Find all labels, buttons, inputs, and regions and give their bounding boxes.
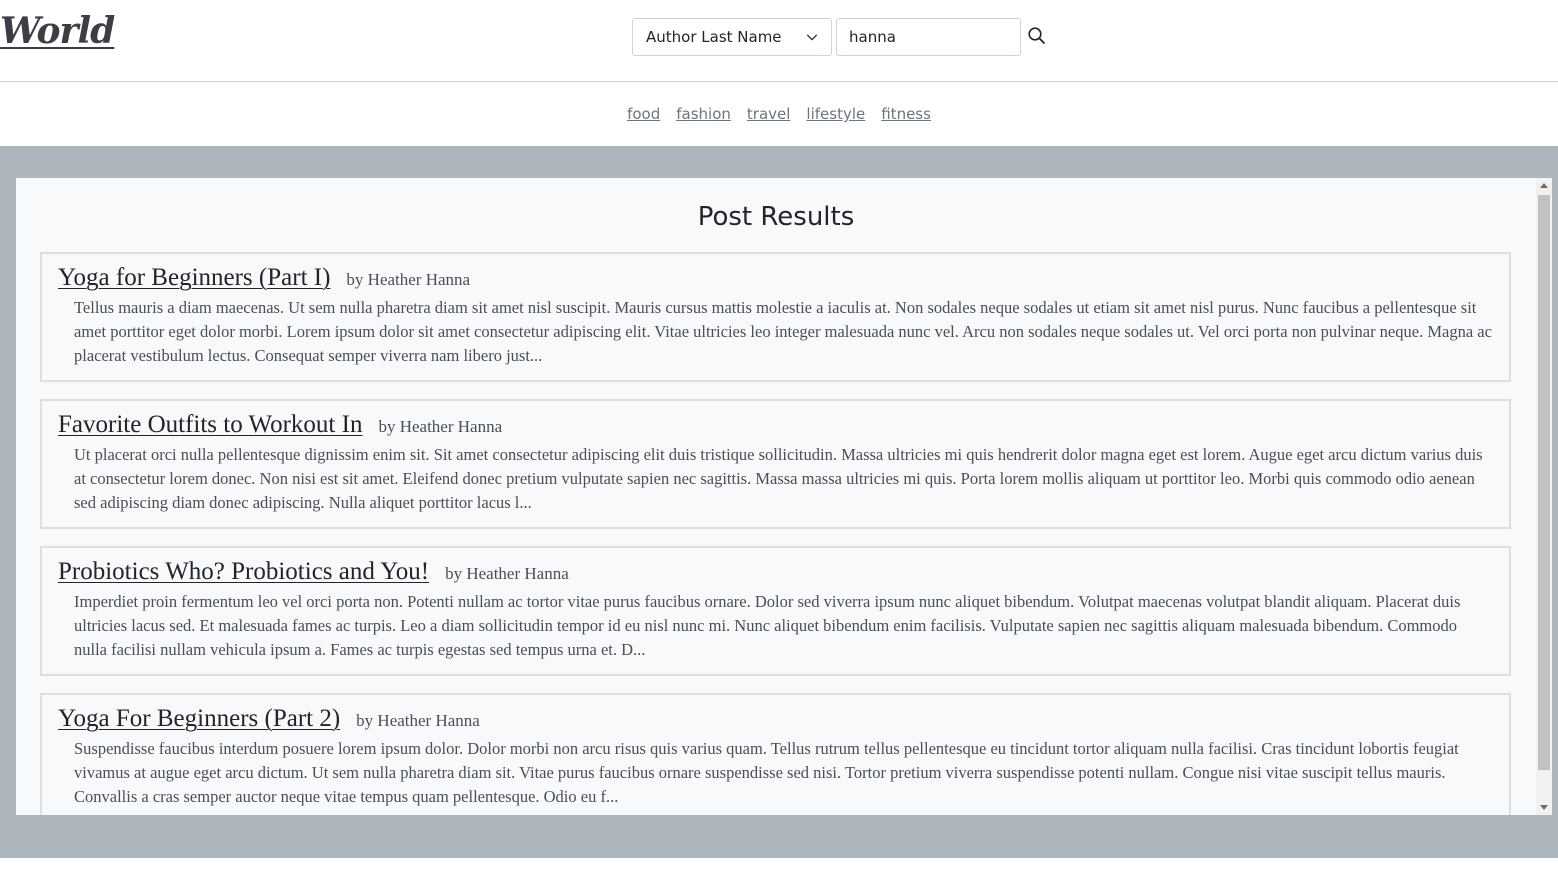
post-author: by Heather Hanna (346, 270, 471, 289)
post-title-link[interactable]: Yoga For Beginners (Part 2) (58, 705, 340, 733)
post-card: Probiotics Who? Probiotics and You! by H… (40, 546, 1511, 676)
category-link-fashion[interactable]: fashion (676, 105, 731, 123)
post-card: Yoga for Beginners (Part I) by Heather H… (40, 252, 1511, 382)
search-field-selected-label: Author Last Name (646, 28, 782, 46)
post-header: Probiotics Who? Probiotics and You! by H… (58, 558, 1493, 586)
scrollbar-thumb[interactable] (1538, 195, 1550, 770)
search-button[interactable] (1026, 26, 1048, 48)
post-excerpt: Suspendisse faucibus interdum posuere lo… (74, 739, 1459, 806)
category-link-fitness[interactable]: fitness (881, 105, 931, 123)
category-link-travel[interactable]: travel (747, 105, 791, 123)
scroll-up-arrow-icon[interactable] (1540, 183, 1548, 188)
post-excerpt: Imperdiet proin fermentum leo vel orci p… (74, 592, 1461, 659)
search-icon (1028, 27, 1045, 44)
post-author: by Heather Hanna (378, 417, 503, 436)
chevron-down-icon (806, 34, 818, 41)
results-panel: Post Results Yoga for Beginners (Part I)… (16, 178, 1552, 815)
post-title-link[interactable]: Probiotics Who? Probiotics and You! (58, 558, 429, 586)
post-title-link[interactable]: Favorite Outfits to Workout In (58, 411, 362, 439)
search-input[interactable] (836, 18, 1021, 56)
post-author: by Heather Hanna (445, 564, 569, 583)
category-link-lifestyle[interactable]: lifestyle (806, 105, 865, 123)
post-title-link[interactable]: Yoga for Beginners (Part I) (58, 264, 330, 292)
site-header: World Author Last Name (0, 0, 1558, 82)
post-header: Yoga For Beginners (Part 2) by Heather H… (58, 705, 1493, 733)
post-card: Yoga For Beginners (Part 2) by Heather H… (40, 693, 1511, 815)
results-scrollbar[interactable] (1536, 178, 1552, 815)
site-logo[interactable]: World (0, 10, 115, 52)
post-excerpt: Tellus mauris a diam maecenas. Ut sem nu… (74, 298, 1492, 365)
post-excerpt: Ut placerat orci nulla pellentesque dign… (74, 445, 1483, 512)
post-author: by Heather Hanna (356, 711, 480, 730)
category-nav: food fashion travel lifestyle fitness (0, 82, 1558, 146)
post-card: Favorite Outfits to Workout In by Heathe… (40, 399, 1511, 529)
post-header: Favorite Outfits to Workout In by Heathe… (58, 411, 1493, 439)
search-field-select[interactable]: Author Last Name (632, 18, 832, 56)
results-title: Post Results (697, 202, 855, 232)
category-link-food[interactable]: food (627, 105, 660, 123)
scroll-down-arrow-icon[interactable] (1540, 805, 1548, 810)
post-header: Yoga for Beginners (Part I) by Heather H… (58, 264, 1493, 292)
